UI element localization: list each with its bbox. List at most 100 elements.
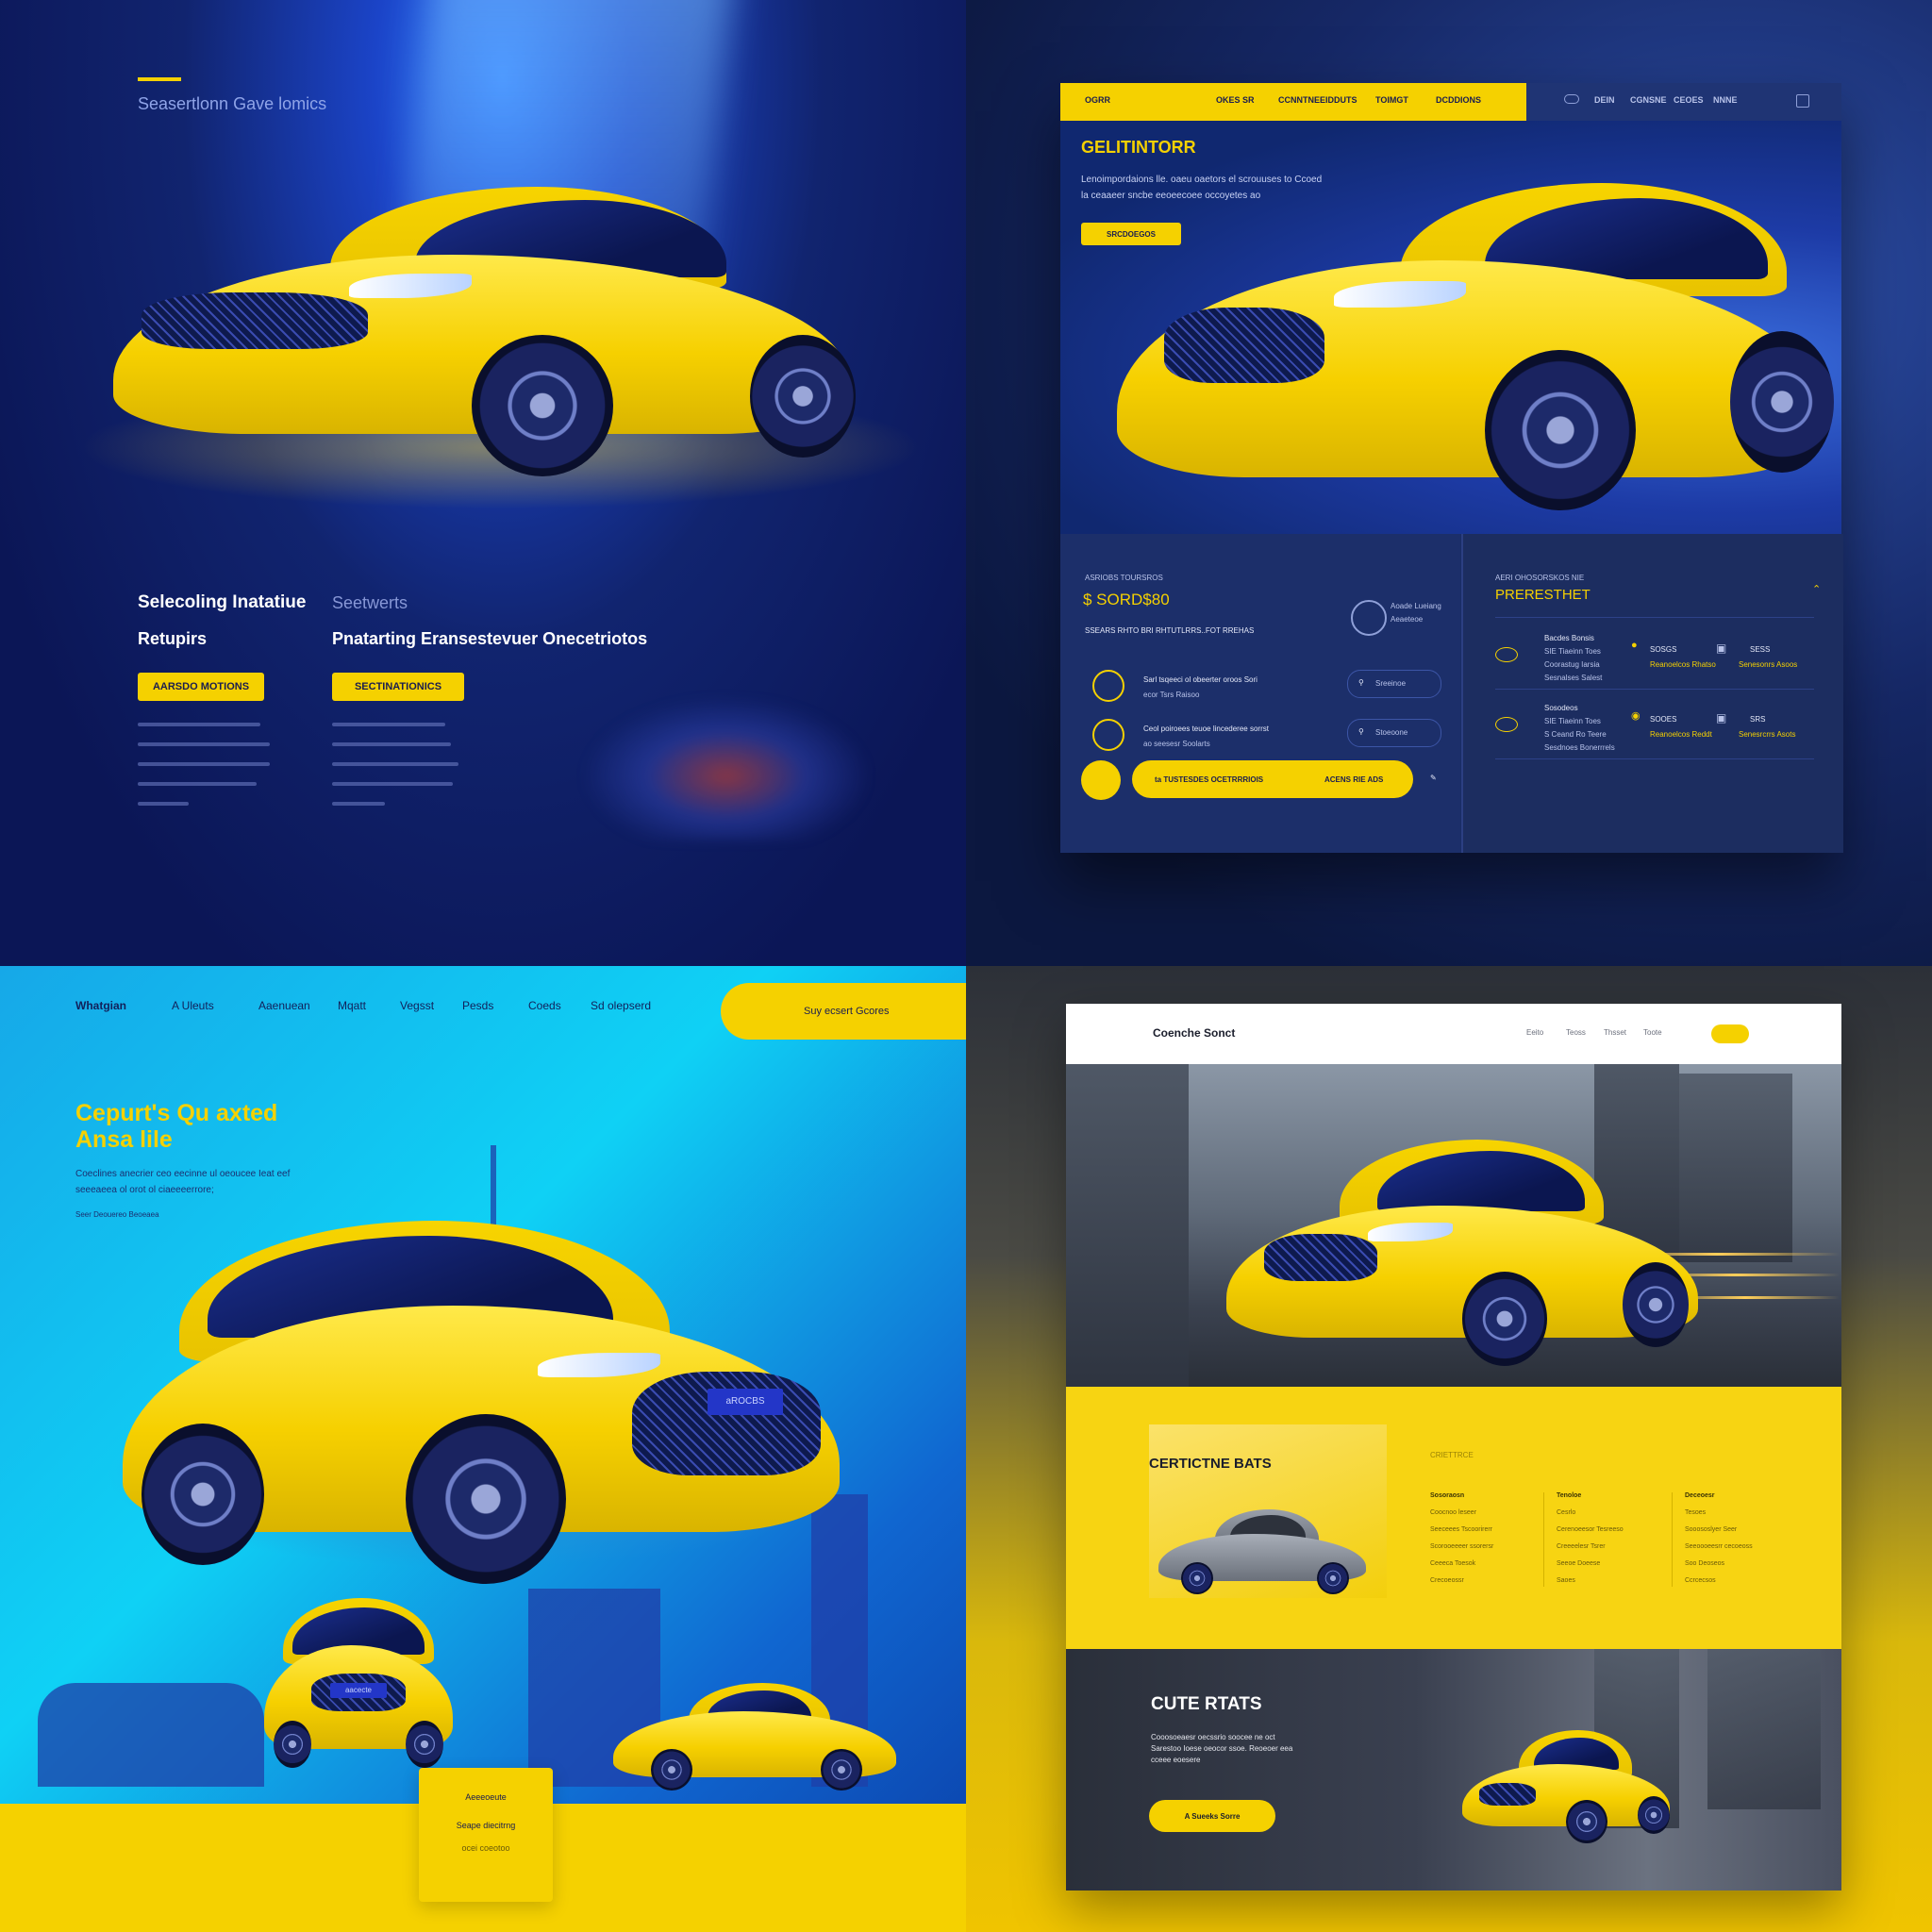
- right-section-text: [332, 723, 464, 822]
- info-card-title: Aeeeoeute: [465, 1792, 507, 1802]
- row-2-line-1: SIE Tiaeinn Toes: [1544, 717, 1601, 725]
- nav-item-2[interactable]: Teoss: [1566, 1028, 1586, 1037]
- nav-item-2[interactable]: Aaenuean: [258, 999, 310, 1012]
- hero-section: GELITINTORR Lenoimpordaions lle. oaeu oa…: [1060, 121, 1841, 534]
- row-2-value-2-sub: Senesrcrrs Asots: [1739, 730, 1796, 739]
- car-thumb-icon: [1495, 647, 1518, 662]
- location-pin-icon: ◉: [1631, 710, 1641, 722]
- feature-section: CERTICTNE BATS CRIETTRCE Sosoraosn Coocn…: [1066, 1387, 1841, 1649]
- row-2-line-2: S Ceand Ro Teere: [1544, 730, 1607, 739]
- row-1-value-2-sub: Senesonrs Asoos: [1739, 660, 1798, 669]
- price-subtitle: SSEARS RHTO BRI RHTUTLRRS..FOT RREHAS: [1085, 626, 1255, 635]
- top-nav: Coenche Sonct Eeito Teoss Thsset Toote: [1066, 1004, 1841, 1064]
- landing-page-window: Coenche Sonct Eeito Teoss Thsset Toote C…: [1066, 1004, 1841, 1890]
- book-button-label-right: ACENS RIE ADS: [1324, 775, 1384, 784]
- chevron-up-icon[interactable]: ⌃: [1812, 583, 1821, 595]
- section-heading-right-small: Seetwerts: [332, 593, 408, 612]
- brand-logo[interactable]: Coenche Sonct: [1153, 1026, 1235, 1040]
- nav-item-8[interactable]: NNNE: [1713, 95, 1738, 105]
- motion-blur-car-image: [585, 698, 868, 840]
- nav-item-6[interactable]: Coeds: [528, 999, 561, 1012]
- nav-item-3[interactable]: Mqatt: [338, 999, 366, 1012]
- nav-item-1[interactable]: A Uleuts: [172, 999, 214, 1012]
- row-2-value-2: SRS: [1750, 715, 1766, 724]
- info-card[interactable]: Aeeeoeute Seape diecitrng ocei coeotoo: [419, 1768, 553, 1902]
- row-2-line-3: Sesdnoes Bonerrrels: [1544, 743, 1615, 752]
- row-2-value-1: SOOES: [1650, 715, 1677, 724]
- left-section-button[interactable]: AARSDO MOTIONS: [138, 673, 264, 701]
- row-1-line-1: SIE Tiaeinn Toes: [1544, 647, 1601, 656]
- search-field-b-label: Stoeoone: [1375, 728, 1408, 737]
- price-caption: ASRIOBS TOURSROS: [1085, 574, 1163, 582]
- info-column-3: Deceoesr Tesoes Sooososlyer Seer Seeoooe…: [1685, 1492, 1753, 1584]
- nav-item-1[interactable]: Eeito: [1526, 1028, 1543, 1037]
- left-section-text: [138, 723, 270, 822]
- hero-car-image: [123, 1192, 840, 1584]
- book-now-button[interactable]: ta TUSTESDES OCETRRRIOIS ACENS RIE ADS: [1132, 760, 1413, 798]
- bottom-banner: CUTE RTATS Cooosoeaesr oecssrio soocee n…: [1066, 1649, 1841, 1890]
- pencil-icon[interactable]: ✎: [1430, 774, 1437, 782]
- assistant-label: Aoade Lueiang Aeaeteoe: [1391, 602, 1441, 624]
- pricing-caption: AERI OHOSORSKOS NIE: [1495, 574, 1585, 582]
- car-icon-button[interactable]: [1081, 760, 1121, 800]
- row-2-value-1-sub: Reanoelcos Reddt: [1650, 730, 1712, 739]
- nav-cta-button[interactable]: Suy ecsert Gcores: [721, 983, 966, 1040]
- nav-item-3[interactable]: TOIMGT: [1375, 95, 1408, 105]
- banner-button[interactable]: A Sueeks Sorre: [1149, 1800, 1275, 1832]
- search-icon: ⚲: [1358, 678, 1364, 687]
- price-value: $ SORD$80: [1083, 591, 1170, 608]
- hero-title: Cepurt's Qu axted Ansa lile: [75, 1100, 277, 1153]
- nav-item-4[interactable]: Vegsst: [400, 999, 434, 1012]
- nav-item-6[interactable]: CGNSNE: [1630, 95, 1667, 105]
- feature-title: CERTICTNE BATS: [1149, 1456, 1272, 1472]
- toggle-icon[interactable]: [1564, 94, 1579, 104]
- hero-title-line-1: Cepurt's Qu axted: [75, 1100, 278, 1126]
- nav-item-5[interactable]: DEIN: [1594, 95, 1615, 105]
- hero-car-image: [1226, 1140, 1698, 1366]
- row-1-line-2: Coorastug Iarsia: [1544, 660, 1600, 669]
- nav-item-7[interactable]: CEOES: [1674, 95, 1704, 105]
- hero-car-image: [113, 179, 858, 481]
- panel-blue-landing: Seasertlonn Gave lomics Selecoling Inata…: [0, 0, 966, 966]
- sedan-car-image: [613, 1683, 896, 1790]
- info-card-line-2: ocei coeotoo: [461, 1843, 510, 1853]
- nav-logo[interactable]: Whatgian: [75, 999, 126, 1012]
- nav-cta-button[interactable]: [1711, 1024, 1749, 1043]
- nav-item-3[interactable]: Thsset: [1604, 1028, 1626, 1037]
- nav-item-1[interactable]: OKES SR: [1216, 95, 1255, 105]
- booking-panel: ASRIOBS TOURSROS $ SORD$80 SSEARS RHTO B…: [1060, 534, 1460, 853]
- feature-2-text: Ceol poiroees teuoe lincederee sorrst: [1143, 724, 1269, 733]
- calendar-icon: [1092, 670, 1124, 702]
- feature-1-sub: ecor Tsrs Raisoo: [1143, 691, 1200, 699]
- hero-title-line-2: Ansa lile: [75, 1126, 173, 1153]
- banner-title: CUTE RTATS: [1151, 1694, 1262, 1714]
- section-subheading-left: Retupirs: [138, 629, 208, 648]
- assistant-icon[interactable]: [1351, 600, 1387, 636]
- row-1-value-2: SESS: [1750, 645, 1771, 654]
- book-button-label: ta TUSTESDES OCETRRRIOIS: [1155, 775, 1264, 784]
- cart-icon[interactable]: [1796, 94, 1809, 108]
- feature-1-text: Sarl tsqeeci ol obeerter oroos Sori: [1143, 675, 1257, 684]
- right-section-button[interactable]: SECTINATIONICS: [332, 673, 464, 701]
- license-plate-small: aacecte: [330, 1683, 387, 1698]
- banner-text: Cooosoeaesr oecssrio soocee ne oct Sares…: [1151, 1733, 1293, 1764]
- truck-icon: ▣: [1716, 711, 1727, 724]
- info-card-line: Seape diecitrng: [456, 1821, 516, 1830]
- nav-item-2[interactable]: CCNNTNEEIDDUTS: [1278, 95, 1357, 105]
- hero-car-image: [1117, 175, 1834, 525]
- panel-yellow-landing: Coenche Sonct Eeito Teoss Thsset Toote C…: [966, 966, 1932, 1932]
- pricing-title: PRERESTHET: [1495, 587, 1591, 603]
- bus-icon: ▣: [1716, 641, 1727, 655]
- nav-item-4[interactable]: Toote: [1643, 1028, 1662, 1037]
- person-icon: ●: [1631, 640, 1638, 651]
- site-title: Seasertlonn Gave lomics: [138, 94, 327, 113]
- city-building: [38, 1683, 264, 1787]
- info-column-2: Tenoloe Cesrlo Cerenoeesor Tesreeso Cree…: [1557, 1492, 1624, 1584]
- nav-item-logo[interactable]: OGRR: [1085, 95, 1110, 105]
- row-2-name: Sosodeos: [1544, 704, 1578, 712]
- sedan-car-image: [1158, 1509, 1366, 1594]
- nav-item-4[interactable]: DCDDIONS: [1436, 95, 1481, 105]
- dashboard-window: OGRR OKES SR CCNNTNEEIDDUTS TOIMGT DCDDI…: [1060, 83, 1843, 853]
- nav-item-7[interactable]: Sd olepserd: [591, 999, 651, 1012]
- nav-item-5[interactable]: Pesds: [462, 999, 493, 1012]
